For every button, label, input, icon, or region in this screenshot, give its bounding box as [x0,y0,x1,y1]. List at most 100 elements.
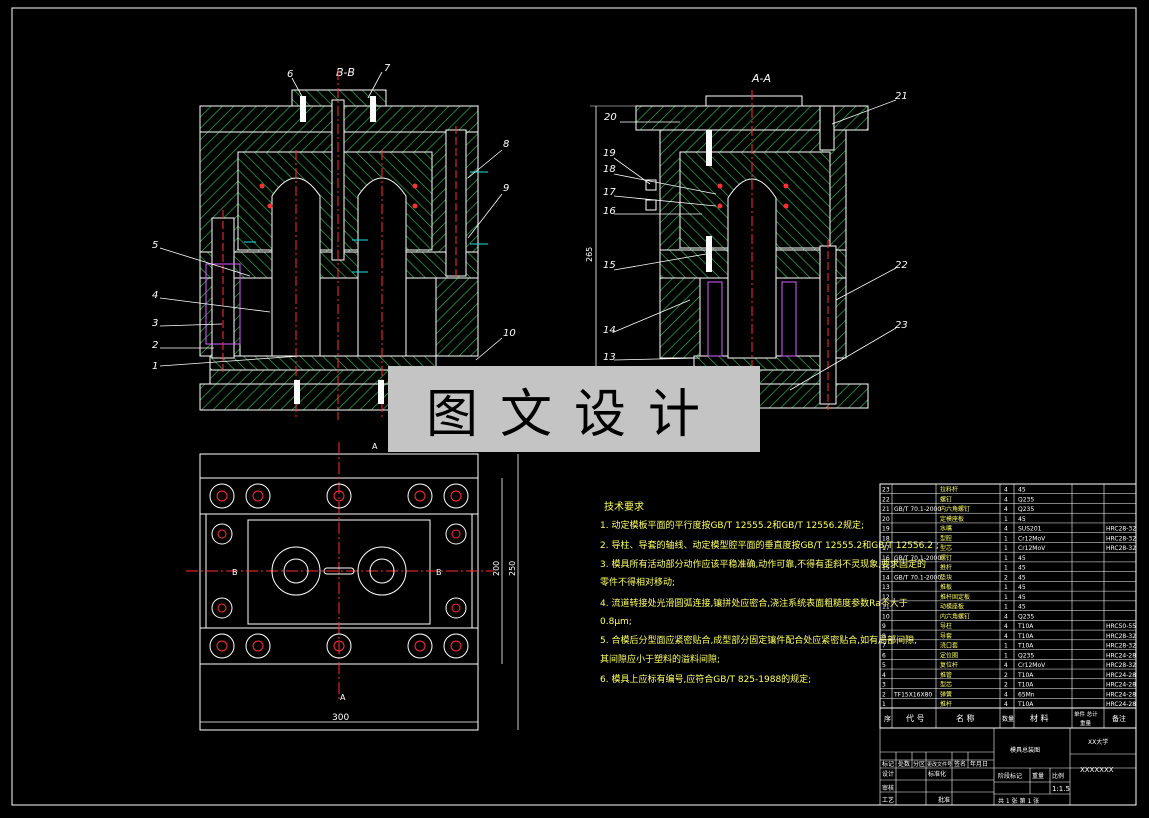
std-label: 标准化 [928,770,946,778]
callout-label: 21 [895,91,908,102]
stage-label: 阶段标记 [998,772,1022,780]
bom-cell-name: 垫块 [940,573,952,581]
bom-cell-mat: Q235 [1018,496,1034,503]
callout-label: 17 [603,187,616,198]
bom-cell-qty: 1 [1004,643,1008,650]
bom-cell-name: 型腔 [940,534,952,542]
bom-cell-note: HRC24-28 [1106,652,1136,659]
bom-cell-name: 螺钉 [940,554,952,562]
bom-header-name: 名 称 [956,713,975,723]
bom-cell-mat: T10A [1017,701,1034,708]
side-height-dimension: 265 [585,247,594,262]
bom-cell-note: HRC28-32 [1106,535,1136,542]
revision-col: 更改文件号 [927,761,952,768]
bom-cell-mat: 45 [1018,516,1026,523]
bom-cell-qty: 4 [1004,487,1008,494]
bom-cell-mat: Q235 [1018,652,1034,659]
bom-cell-code: GB/T 70.1-2000 [894,506,941,513]
bom-cell-no: 15 [882,565,890,572]
school-name: XX大学 [1088,738,1108,746]
bom-cell-mat: Q235 [1018,506,1034,513]
bom-cell-no: 23 [882,487,890,494]
revision-col: 处数 [898,760,910,768]
bom-cell-no: 12 [882,594,890,601]
bom-cell-name: 定位圈 [940,651,958,659]
bom-cell-qty: 4 [1004,662,1008,669]
bom-cell-name: 推杆 [940,700,952,708]
revision-col: 年月日 [970,760,988,768]
bom-cell-qty: 2 [1004,574,1008,581]
bom-cell-qty: 4 [1004,623,1008,630]
bom-cell-no: 2 [882,691,886,698]
bom-cell-no: 18 [882,535,890,542]
bom-cell-qty: 1 [1004,545,1008,552]
bom-cell-name: 型芯 [940,681,952,689]
bom-cell-note: HRC28-32 [1106,643,1136,650]
callout-label: 15 [603,260,616,271]
bom-cell-no: 8 [882,633,886,640]
callout-label: 9 [503,183,509,194]
craft-label: 工艺 [882,796,894,804]
bom-table: 23 拉料杆 4 4522 螺钉 4 Q23521 GB/T 70.1-2000内六角螺钉 4 Q… [879,483,1137,729]
ratio-label: 比例 [1052,772,1064,780]
bom-header-note: 备注 [1112,714,1126,723]
bom-cell-mat: Q235 [1018,613,1034,620]
bom-cell-mat: T10A [1017,623,1034,630]
bom-cell-qty: 1 [1004,604,1008,611]
bom-cell-code: TF15X16X80 [893,691,932,698]
bom-cell-name: 推板 [940,583,952,591]
bom-cell-name: 浇口套 [940,642,958,650]
bom-cell-qty: 1 [1004,555,1008,562]
bom-cell-name: 内六角螺钉 [940,612,970,620]
plan-height-dimension: 250 [508,561,517,576]
bom-cell-qty: 1 [1004,584,1008,591]
bom-cell-no: 9 [882,623,886,630]
bom-cell-name: 水嘴 [940,525,952,533]
bom-cell-no: 22 [882,496,890,503]
bom-cell-qty: 4 [1004,526,1008,533]
bom-cell-name: 动模座板 [940,603,964,611]
bom-header-mat: 材 料 [1030,713,1049,723]
bom-cell-name: 螺钉 [940,495,952,503]
bom-cell-mat: Cr12MoV [1018,662,1046,669]
bom-cell-mat: 45 [1018,555,1026,562]
review-label: 审核 [882,784,894,792]
bom-header-qty: 数量 [1002,715,1014,723]
callout-label: 5 [152,240,158,251]
tech-line: 4. 流道转接处光滑圆弧连接,镶拼处应密合,浇注系统表面粗糙度参数Ra不大于 [600,597,908,609]
bom-cell-no: 13 [882,584,890,591]
bom-cell-mat: T10A [1017,643,1034,650]
approve-label: 批准 [938,796,950,804]
callout-label: 8 [503,139,509,150]
bom-header-no: 序 [884,714,891,723]
bom-cell-mat: Cr12MoV [1018,535,1046,542]
callout-label: 23 [895,320,908,331]
design-label: 设计 [882,770,894,778]
bom-cell-qty: 4 [1004,613,1008,620]
bom-cell-name: 定模座板 [940,515,964,523]
tech-line: 其间隙应小于塑料的溢料间隙; [600,653,720,665]
bom-cell-qty: 1 [1004,516,1008,523]
bom-cell-mat: SUS201 [1018,526,1042,533]
callout-label: 3 [152,318,158,329]
bom-cell-qty: 4 [1004,506,1008,513]
bom-cell-no: 21 [882,506,890,513]
bom-cell-qty: 4 [1004,633,1008,640]
bom-cell-mat: 45 [1018,574,1026,581]
bom-cell-qty: 2 [1004,682,1008,689]
bom-cell-qty: 1 [1004,535,1008,542]
plan-height-dimension: 200 [492,561,501,576]
callout-label: 7 [384,63,391,74]
callout-label: 13 [603,352,616,363]
bom-cell-no: 1 [882,701,886,708]
bom-cell-no: 5 [882,662,886,669]
callout-label: 20 [604,112,617,123]
drawing-number: XXXXXXX [1080,766,1114,774]
bom-cell-no: 16 [882,555,890,562]
bom-cell-code: GB/T 70.1-2000 [894,574,941,581]
bom-cell-name: 拉料杆 [940,486,958,494]
bom-cell-mat: Cr12MoV [1018,545,1046,552]
bom-cell-no: 10 [882,613,890,620]
revision-col: 签名 [954,760,966,768]
bom-cell-mat: T10A [1017,672,1034,679]
